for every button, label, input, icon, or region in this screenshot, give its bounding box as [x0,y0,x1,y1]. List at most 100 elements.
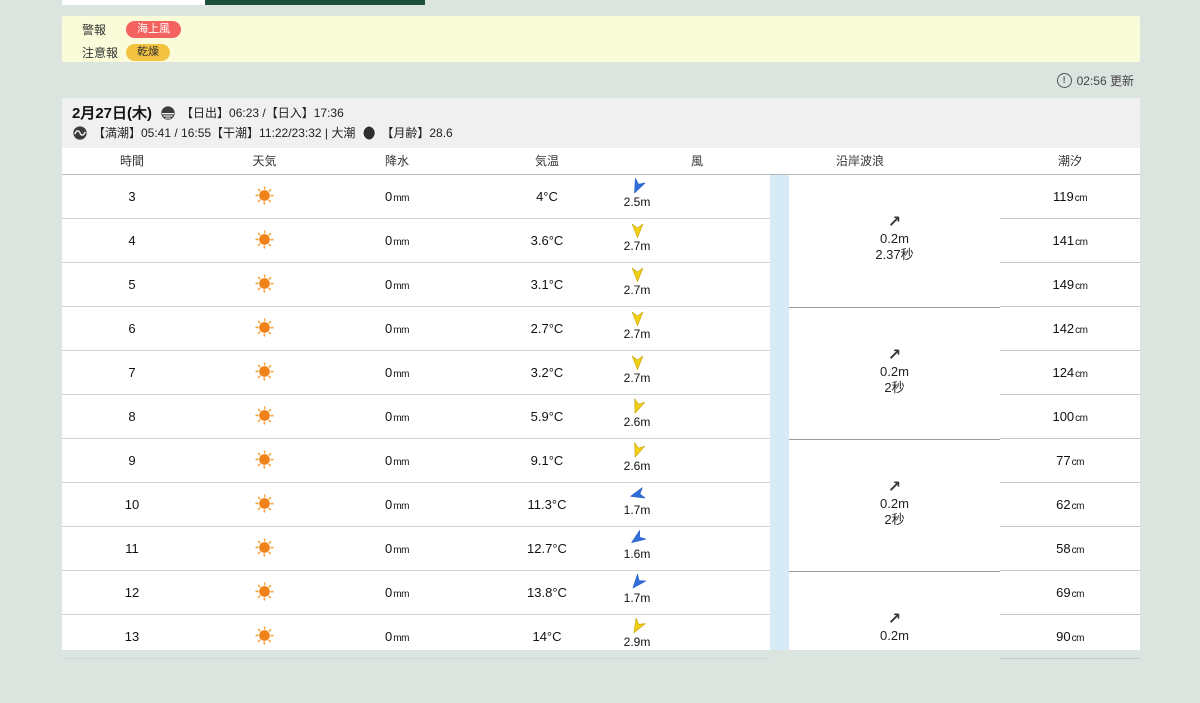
hour-value: 7 [128,365,136,380]
tab-fragment-inactive[interactable] [62,0,205,5]
update-time: ! 02:56 更新 [1056,72,1134,89]
sunrise-sunset-icon [160,105,176,121]
wind-cell: 2.9m [597,615,677,659]
update-time-label: 02:56 更新 [1076,74,1134,88]
wave-group-cell: ↗ 0.2m 2秒 [789,307,1000,439]
tide-value: 69cm [1056,585,1084,600]
column-header: 気温 [534,154,559,168]
precip-value: 0mm [385,409,409,424]
wave-direction-icon: ↗ [887,479,902,496]
wave-direction-icon: ↗ [887,611,902,628]
weather-cell [202,351,327,395]
sunny-icon [254,405,275,429]
sunny-icon [254,229,275,253]
tab-fragment-active[interactable] [205,0,425,5]
tide-value: 119cm [1052,189,1088,204]
tide-icon [72,125,88,141]
sunny-icon [254,581,275,605]
date-sun-line: 2月27日(木) 【日出】06:23 /【日入】17:36 [72,102,344,123]
wind-speed-value: 2.9m [623,635,651,649]
column-header: 風 [690,154,703,168]
tide-value: 77cm [1056,453,1084,468]
hour-value: 5 [128,277,136,292]
precip-value: 0mm [385,321,409,336]
row-divider [1000,658,1140,659]
wind-cell: 1.7m [597,483,677,527]
wind-direction-icon [629,486,646,503]
wind-speed-value: 2.7m [623,327,651,341]
precip-value: 0mm [385,541,409,556]
update-info-icon: ! [1056,73,1072,88]
row-divider [62,658,770,659]
weather-cell [202,527,327,571]
weather-cell [202,175,327,219]
hour-value: 12 [124,585,140,600]
tide-value: 124cm [1052,365,1088,380]
weather-cell [202,219,327,263]
wind-direction-icon [629,617,646,635]
wave-period-value: 2秒 [884,380,905,395]
wind-cell: 2.7m [597,307,677,351]
sunny-icon [254,625,275,649]
wind-speed-value: 2.7m [623,239,651,253]
weather-cell [202,615,327,659]
date-header: 2月27日(木) 【日出】06:23 /【日入】17:36 【満潮】05:41 … [62,98,1140,148]
hour-value: 4 [128,233,136,248]
sunny-icon [254,493,275,517]
wind-direction-icon [629,530,646,547]
wind-cell: 2.5m [597,175,677,219]
wind-cell: 2.7m [597,263,677,307]
sunny-icon [254,185,275,209]
wave-height-value: 0.2m [880,496,909,511]
wind-direction-icon [629,222,646,239]
wind-direction-icon [629,310,646,327]
precip-value: 0mm [385,189,409,204]
hour-value: 8 [128,409,136,424]
wind-direction-icon [629,354,646,371]
alert-banner: 警報 海上風 注意報 乾燥 [62,16,1140,62]
hour-value: 11 [125,541,139,556]
hour-value: 10 [124,497,140,512]
tide-moon-line: 【満潮】05:41 / 16:55【干潮】11:22/23:32 | 大潮 【月… [72,124,453,141]
tide-value: 90cm [1056,629,1084,644]
wind-cell: 2.7m [597,351,677,395]
wind-speed-value: 2.7m [623,283,651,297]
wind-cell: 1.7m [597,571,677,615]
wave-direction-icon: ↗ [887,214,902,231]
wave-height-value: 0.2m [880,628,909,643]
warning-label: 警報 [82,23,107,37]
tide-value: 62cm [1056,497,1084,512]
wind-direction-icon [629,398,646,415]
wave-period-value: 2.37秒 [875,247,914,262]
warning-badge[interactable]: 海上風 [126,21,181,38]
wind-speed-value: 2.5m [623,195,651,209]
sunny-icon [254,361,275,385]
precip-value: 0mm [385,233,409,248]
wave-group-cell: ↗ 0.2m 2.37秒 [789,175,1000,307]
column-header: 天気 [252,154,277,168]
wind-speed-value: 1.7m [623,503,651,517]
moon-age-icon [360,125,376,141]
advisory-badge[interactable]: 乾燥 [126,44,170,61]
wave-direction-icon: ↗ [887,347,902,364]
weather-cell [202,439,327,483]
weather-cell [202,483,327,527]
date-title: 2月27日(木) [72,105,153,122]
wind-cell: 1.6m [597,527,677,571]
wind-speed-value: 2.6m [623,459,651,473]
moon-age-text: 【月齢】28.6 [381,126,453,140]
wind-cell: 2.6m [597,439,677,483]
weather-cell [202,395,327,439]
precip-value: 0mm [385,585,409,600]
precip-value: 0mm [385,365,409,380]
wind-direction-icon [629,266,646,283]
warning-line: 警報 海上風 [82,20,1140,39]
column-header: 降水 [384,154,409,168]
column-header: 潮汐 [1057,154,1082,168]
wind-cell: 2.7m [597,219,677,263]
tide-times-text: 【満潮】05:41 / 16:55【干潮】11:22/23:32 | 大潮 [93,126,356,140]
advisory-label: 注意報 [82,46,119,60]
sunny-icon [254,537,275,561]
tide-value: 58cm [1056,541,1084,556]
tide-value: 100cm [1052,409,1088,424]
